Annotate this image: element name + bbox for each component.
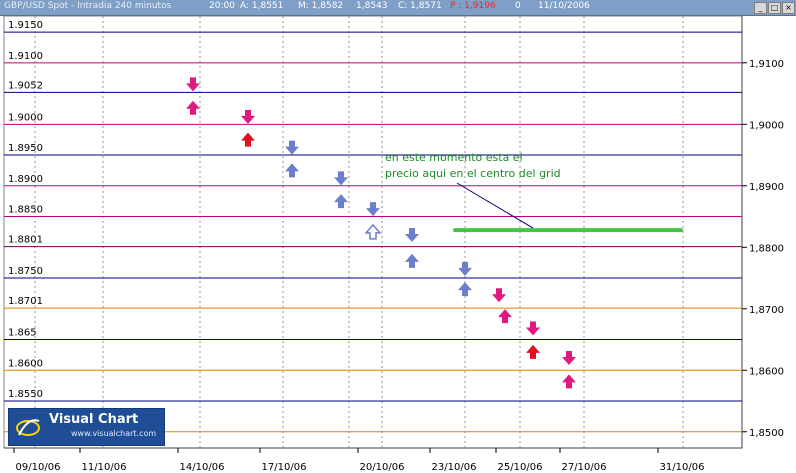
y-tick-label-right: 1,8700 <box>749 305 784 316</box>
restore-button[interactable]: □ <box>768 2 781 14</box>
low-value: 1,8543 <box>356 1 388 11</box>
y-tick-label-left: 1.8750 <box>8 266 43 277</box>
x-tick-label: 23/10/06 <box>432 462 477 473</box>
x-tick-label: 20/10/06 <box>360 462 405 473</box>
x-tick-label: 11/10/06 <box>82 462 127 473</box>
y-tick-label-left: 1.8850 <box>8 205 43 216</box>
bar-time: 20:00 <box>209 1 235 11</box>
y-tick-label-right: 1,8800 <box>749 243 784 254</box>
high-value: M: 1,8582 <box>298 1 344 11</box>
x-tick-label: 31/10/06 <box>660 462 705 473</box>
x-tick-label: 17/10/06 <box>262 462 307 473</box>
y-tick-label-left: 1.8600 <box>8 358 43 369</box>
count-value: 0 <box>515 1 521 11</box>
y-tick-label-left: 1.9052 <box>8 80 43 91</box>
chart-title: GBP/USD Spot - Intradia 240 minutos <box>4 1 172 11</box>
y-tick-label-left: 1.9150 <box>8 20 43 31</box>
y-tick-label-right: 1,9100 <box>749 59 784 70</box>
y-tick-label-left: 1.9000 <box>8 112 43 123</box>
visual-chart-logo: Visual Chart www.visualchart.com <box>8 408 165 446</box>
price-chart[interactable]: 1.9150 1.9100 1.9052 1.9000 1.8950 1.8900 1.88… <box>0 0 796 473</box>
y-tick-label-left: 1.9100 <box>8 51 43 62</box>
y-tick-label-left: 1.8950 <box>8 143 43 154</box>
x-tick-label: 27/10/06 <box>562 462 607 473</box>
y-tick-label-right: 1,8500 <box>749 428 784 439</box>
logo-name: Visual Chart <box>49 412 139 427</box>
y-tick-label-left: 1.8701 <box>8 296 43 307</box>
chart-title-bar: GBP/USD Spot - Intradia 240 minutos 20:0… <box>0 0 796 16</box>
x-tick-label: 09/10/06 <box>16 462 61 473</box>
y-tick-label-left: 1.8550 <box>8 389 43 400</box>
y-tick-label-right: 1,8600 <box>749 366 784 377</box>
y-tick-label-right: 1,8900 <box>749 182 784 193</box>
close-value: C: 1,8571 <box>398 1 442 11</box>
annotation-text-line: precio aqui en el centro del grid <box>385 167 561 180</box>
annotation-text-line: en este momento esta el <box>385 151 523 164</box>
x-tick-label: 25/10/06 <box>498 462 543 473</box>
p-value: P : 1,9196 <box>450 1 496 11</box>
bar-date: 11/10/2006 <box>538 1 590 11</box>
x-tick-label: 14/10/06 <box>180 462 225 473</box>
minimize-button[interactable]: _ <box>754 2 767 14</box>
logo-url: www.visualchart.com <box>71 429 157 438</box>
y-tick-label-left: 1.865 <box>8 328 37 339</box>
y-tick-label-left: 1.8900 <box>8 174 43 185</box>
logo-swoosh-icon <box>16 419 40 436</box>
close-button[interactable]: × <box>782 2 795 14</box>
y-tick-label-left: 1.8801 <box>8 235 43 246</box>
y-tick-label-right: 1,9000 <box>749 120 784 131</box>
open-value: A: 1,8551 <box>240 1 284 11</box>
